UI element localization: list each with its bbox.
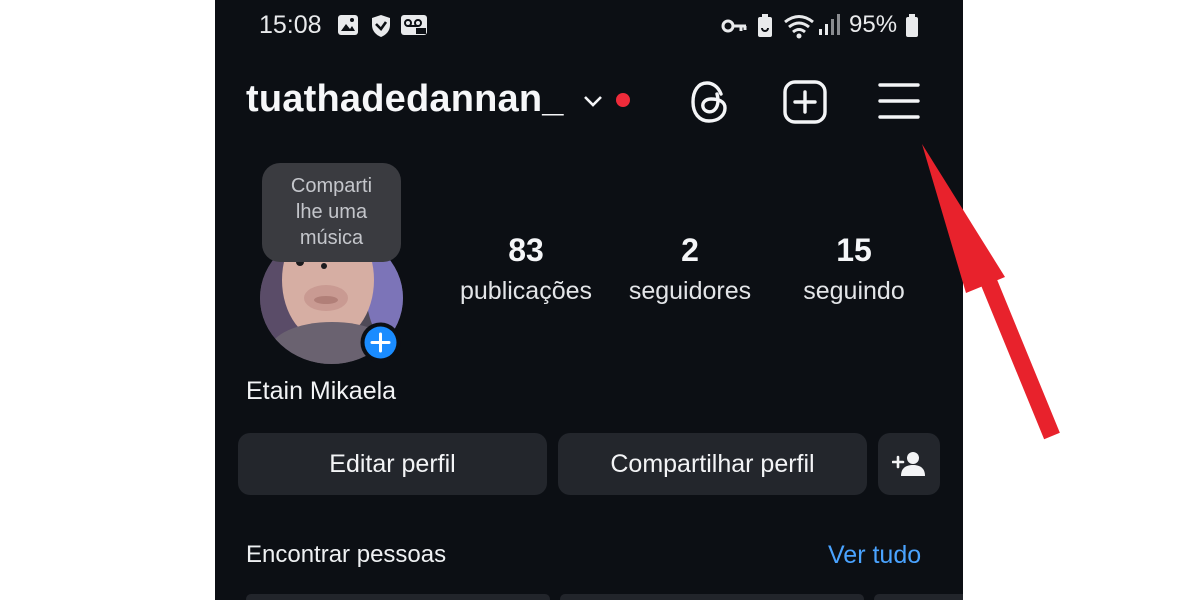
annotation-arrow — [922, 144, 1060, 440]
